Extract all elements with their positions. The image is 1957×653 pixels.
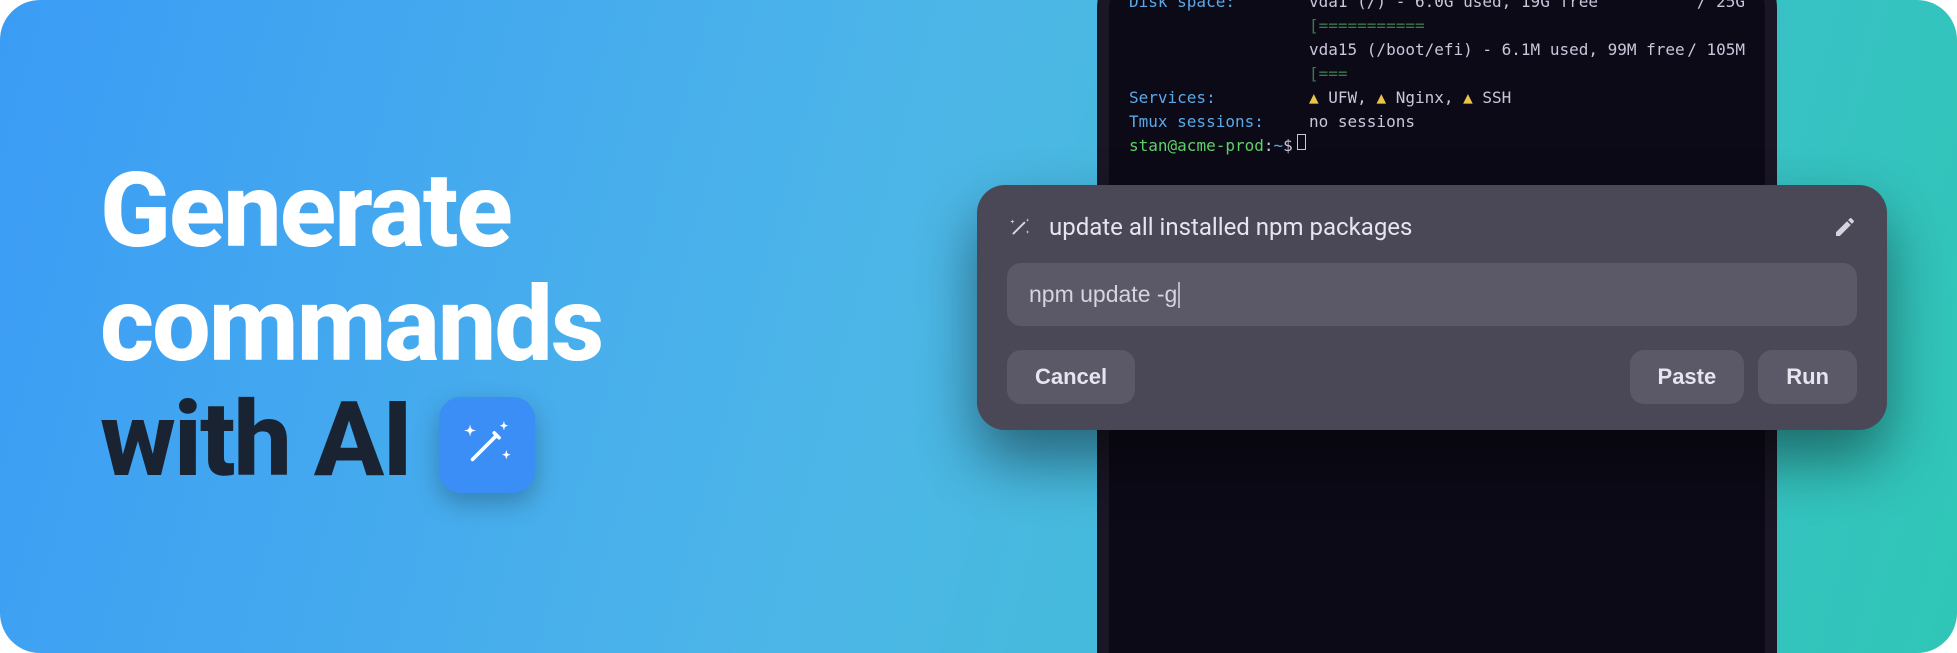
magic-wand-icon (1007, 214, 1033, 240)
magic-wand-badge (439, 397, 535, 493)
disk-total-1: / 25G (1697, 0, 1745, 14)
disk-bar-2: [=== ] (1309, 62, 1765, 86)
warn-icon: ▲ (1463, 88, 1482, 107)
prompt-symbol: $ (1283, 134, 1293, 158)
run-button[interactable]: Run (1758, 350, 1857, 404)
terminal-line: Disk space: vda1 (/) - 6.0G used, 19G fr… (1129, 0, 1745, 14)
services-label: Services: (1129, 86, 1309, 110)
terminal-cursor (1297, 134, 1306, 150)
disk-space-label: Disk space: (1129, 0, 1309, 14)
promo-banner: Generate commands with AI (0, 0, 1957, 653)
svc-nginx: Nginx (1396, 88, 1444, 107)
cancel-button[interactable]: Cancel (1007, 350, 1135, 404)
prompt-host: acme-prod (1177, 134, 1264, 158)
terminal-prompt[interactable]: stan@acme-prod:~$ (1129, 134, 1745, 158)
edit-icon[interactable] (1833, 215, 1857, 239)
ai-panel-actions: Cancel Paste Run (1007, 350, 1857, 404)
prompt-user: stan (1129, 134, 1168, 158)
prompt-path: ~ (1274, 134, 1284, 158)
headline-line-3: with AI (100, 384, 602, 498)
terminal-line: [=========== ] (1129, 14, 1745, 38)
ai-command-panel: update all installed npm packages npm up… (977, 185, 1887, 430)
ai-prompt-text: update all installed npm packages (1049, 213, 1817, 241)
disk-bar-1: [=========== ] (1309, 14, 1765, 38)
terminal-line: [=== ] (1129, 62, 1745, 86)
headline-line-3-text: with AI (100, 384, 411, 498)
ai-panel-header: update all installed npm packages (1007, 213, 1857, 241)
headline-line-1: Generate (100, 155, 602, 269)
svc-ssh: SSH (1482, 88, 1511, 107)
terminal-line: vda15 (/boot/efi) - 6.1M used, 99M free … (1129, 38, 1745, 62)
phone-mockup: Disk space: vda1 (/) - 6.0G used, 19G fr… (1017, 0, 1847, 653)
paste-button[interactable]: Paste (1630, 350, 1745, 404)
headline-block: Generate commands with AI (0, 155, 602, 498)
generated-command-text: npm update -g (1029, 281, 1177, 308)
warn-icon: ▲ (1376, 88, 1395, 107)
terminal-line: Tmux sessions: no sessions (1129, 110, 1745, 134)
disk-line-1: vda1 (/) - 6.0G used, 19G free (1309, 0, 1598, 14)
terminal-output: Disk space: vda1 (/) - 6.0G used, 19G fr… (1109, 0, 1765, 166)
terminal-line: Services: ▲ UFW, ▲ Nginx, ▲ SSH (1129, 86, 1745, 110)
headline-line-2: commands (100, 269, 602, 383)
disk-total-2: / 105M (1687, 38, 1745, 62)
svc-ufw: UFW (1328, 88, 1357, 107)
magic-wand-icon (458, 416, 516, 474)
disk-line-2: vda15 (/boot/efi) - 6.1M used, 99M free (1309, 38, 1685, 62)
tmux-label: Tmux sessions: (1129, 110, 1309, 134)
generated-command-field[interactable]: npm update -g (1007, 263, 1857, 326)
warn-icon: ▲ (1309, 88, 1328, 107)
tmux-value: no sessions (1309, 110, 1415, 134)
text-cursor (1178, 282, 1180, 308)
